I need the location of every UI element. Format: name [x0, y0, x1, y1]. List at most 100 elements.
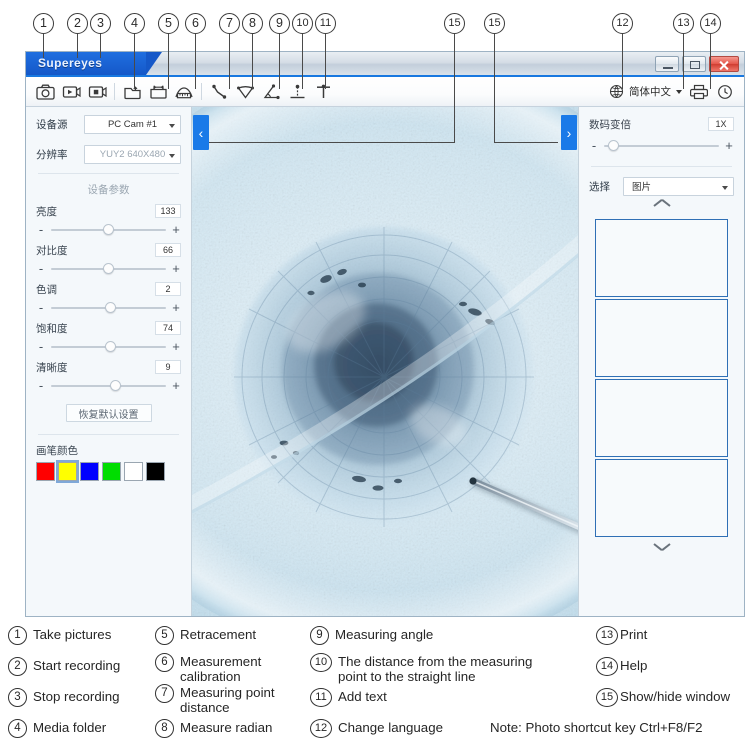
thumbnail-item[interactable] [595, 459, 728, 537]
pen-color-yellow[interactable] [56, 460, 79, 483]
thumbnail-item[interactable] [595, 219, 728, 297]
legend: 1 Take pictures 2 Start recording 3 Stop… [0, 618, 750, 750]
thumbnail-item[interactable] [595, 299, 728, 377]
leader-line-15-left-h [206, 142, 455, 144]
window-controls [655, 56, 739, 72]
media-type-select[interactable]: 图片 [623, 176, 734, 196]
decrease-button[interactable]: - [36, 379, 46, 392]
device-params-title: 设备参数 [87, 184, 130, 196]
slider-track[interactable] [51, 301, 166, 313]
text-icon[interactable] [311, 80, 335, 104]
param-label: 亮度 [36, 205, 57, 218]
legend-text: Print [620, 627, 648, 642]
param-label: 对比度 [36, 244, 68, 257]
zoom-slider-knob[interactable] [607, 139, 619, 151]
slider-knob[interactable] [109, 379, 121, 391]
legend-item-12: 12 Change language [310, 719, 510, 738]
video-stop-icon[interactable] [85, 80, 109, 104]
slider-track[interactable] [51, 379, 166, 391]
restore-defaults-button[interactable]: 恢复默认设置 [65, 404, 152, 422]
legend-number: 9 [310, 626, 329, 645]
decrease-button[interactable]: - [36, 340, 46, 353]
slider-knob[interactable] [103, 223, 114, 235]
slider-knob[interactable] [105, 301, 117, 313]
leader-line-15-right-h [494, 142, 558, 144]
maximize-button[interactable] [682, 56, 706, 72]
legend-item-11: 11 Add text [310, 688, 510, 707]
video-play-icon[interactable] [59, 80, 83, 104]
thumbnail-list [589, 201, 734, 555]
resolution-select[interactable]: YUY2 640X480 [84, 144, 181, 164]
thumbnail-item[interactable] [595, 379, 728, 457]
legend-text: Add text [338, 689, 387, 704]
zoom-decrease-button[interactable]: - [589, 139, 599, 152]
param-value: 74 [155, 321, 181, 335]
printer-icon[interactable] [687, 80, 711, 104]
globe-icon[interactable] [604, 80, 628, 104]
device-source-value: PC Cam #1 [107, 118, 158, 130]
legend-item-7: 7 Measuring point distance [155, 684, 285, 715]
slider-track[interactable] [51, 223, 166, 235]
ruler-icon[interactable] [172, 80, 196, 104]
param-label: 饱和度 [36, 322, 68, 335]
slider-track[interactable] [51, 262, 166, 274]
undo-folder-icon[interactable] [146, 80, 170, 104]
legend-item-10: 10 The distance from the measuring point… [310, 653, 558, 684]
leader-line [252, 34, 254, 89]
application-body: 设备源 PC Cam #1 分辨率 YUY2 640X480 设备参数 亮度 1… [26, 107, 744, 616]
zoom-slider-track[interactable] [604, 139, 719, 151]
decrease-button[interactable]: - [36, 262, 46, 275]
pen-color-white[interactable] [124, 462, 143, 481]
increase-button[interactable]: + [171, 262, 181, 275]
callout-3: 3 [90, 13, 111, 34]
language-selector[interactable]: 简体中文 [629, 84, 686, 99]
legend-item-8: 8 Measure radian [155, 719, 330, 738]
chevron-down-icon [676, 89, 682, 94]
leader-line [279, 34, 281, 89]
resolution-row: 分辨率 YUY2 640X480 [36, 141, 181, 167]
increase-button[interactable]: + [171, 223, 181, 236]
slider-track[interactable] [51, 340, 166, 352]
point-to-line-icon[interactable] [285, 80, 309, 104]
zoom-increase-button[interactable]: + [724, 139, 734, 152]
device-source-select[interactable]: PC Cam #1 [84, 114, 181, 134]
device-source-row: 设备源 PC Cam #1 [36, 111, 181, 137]
legend-text: Retracement [180, 627, 257, 642]
param-value: 133 [155, 204, 181, 218]
hide-right-panel-handle[interactable]: › [561, 115, 577, 150]
select-row: 选择 图片 [589, 173, 734, 199]
toolbar-separator [201, 83, 202, 100]
increase-button[interactable]: + [171, 379, 181, 392]
decrease-button[interactable]: - [36, 223, 46, 236]
legend-number: 6 [155, 653, 174, 672]
leader-line [710, 34, 712, 89]
pen-color-red[interactable] [36, 462, 55, 481]
pen-color-black[interactable] [146, 462, 165, 481]
legend-item-13: 13 Print [596, 626, 746, 645]
close-button[interactable] [709, 56, 739, 72]
resolution-value: YUY2 640X480 [99, 148, 166, 160]
slider-knob[interactable] [105, 340, 117, 352]
pen-color-swatches [36, 460, 181, 483]
help-clock-icon[interactable] [713, 80, 737, 104]
hide-left-panel-handle[interactable]: ‹ [193, 115, 209, 150]
minimize-button[interactable] [655, 56, 679, 72]
folder-icon[interactable] [120, 80, 144, 104]
pen-color-blue[interactable] [80, 462, 99, 481]
pen-color-green[interactable] [102, 462, 121, 481]
scroll-down-icon[interactable] [589, 539, 734, 555]
legend-item-3: 3 Stop recording [8, 688, 158, 707]
slider-knob[interactable] [103, 262, 114, 274]
increase-button[interactable]: + [171, 340, 181, 353]
leader-line [100, 34, 102, 58]
scroll-up-icon[interactable] [589, 201, 734, 217]
point-distance-icon[interactable] [207, 80, 231, 104]
radian-icon[interactable] [233, 80, 257, 104]
legend-text: Start recording [33, 658, 121, 673]
legend-number: 7 [155, 684, 174, 703]
language-label: 简体中文 [629, 86, 671, 98]
decrease-button[interactable]: - [36, 301, 46, 314]
camera-icon[interactable] [33, 80, 57, 104]
increase-button[interactable]: + [171, 301, 181, 314]
digital-zoom-header: 数码变倍 1X [589, 113, 734, 135]
